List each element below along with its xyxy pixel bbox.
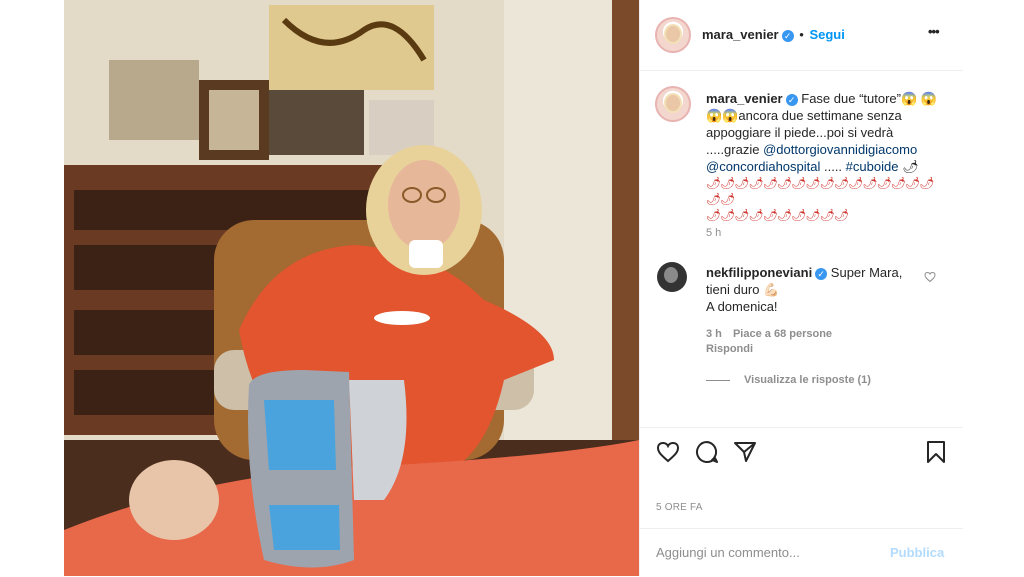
post-caption: mara_venier ✓ Fase due “tutore”😱 😱😱😱ancor… bbox=[706, 90, 946, 223]
follow-button[interactable]: Segui bbox=[809, 27, 844, 42]
verified-badge-icon: ✓ bbox=[785, 93, 798, 106]
share-icon[interactable] bbox=[733, 440, 757, 464]
caption-text: Fase due “tutore”😱 bbox=[801, 91, 918, 106]
caption-emoji-line: 🌶🌶🌶🌶🌶🌶🌶🌶🌶🌶🌶🌶🌶🌶🌶🌶🌶🌶 bbox=[706, 176, 935, 206]
verified-badge-icon: ✓ bbox=[781, 29, 794, 42]
post-timestamp[interactable]: 5 ORE FA bbox=[656, 502, 703, 513]
header-separator: • bbox=[799, 27, 804, 42]
more-options-icon[interactable]: ••• bbox=[928, 24, 940, 39]
post-photo-illustration bbox=[64, 0, 639, 576]
replies-divider bbox=[706, 379, 730, 381]
comment-likes[interactable]: Piace a 68 persone bbox=[733, 328, 832, 340]
heart-icon[interactable] bbox=[656, 440, 680, 464]
comment-input[interactable]: Aggiungi un commento... bbox=[656, 545, 800, 560]
mention-link[interactable]: @concordiahospital bbox=[706, 159, 820, 174]
bookmark-icon[interactable] bbox=[925, 440, 947, 464]
post-header: mara_venier ✓ • Segui ••• bbox=[640, 0, 963, 71]
caption-text: ..... bbox=[820, 159, 846, 174]
caption-emoji-line: 🌶🌶🌶🌶🌶🌶🌶🌶🌶🌶 bbox=[706, 208, 849, 222]
hashtag-link[interactable]: #cuboide bbox=[846, 159, 899, 174]
view-replies-button[interactable]: Visualizza le risposte (1) bbox=[706, 374, 871, 386]
comment-icon[interactable] bbox=[695, 440, 719, 464]
author-username[interactable]: mara_venier bbox=[702, 27, 779, 42]
mention-link[interactable]: @dottorgiovannidigiacomo bbox=[763, 142, 917, 157]
comment-time[interactable]: 3 h bbox=[706, 328, 722, 340]
publish-button[interactable]: Pubblica bbox=[890, 545, 944, 560]
view-replies-label: Visualizza le risposte (1) bbox=[744, 374, 871, 386]
post-photo[interactable] bbox=[64, 0, 639, 576]
comment-meta: 3 h Piace a 68 persone Rispondi bbox=[706, 328, 832, 355]
comment: nekfilipponeviani ✓ Super Mara, tieni dur… bbox=[706, 264, 922, 315]
reply-button[interactable]: Rispondi bbox=[706, 343, 832, 355]
caption-emoji: 🌶 bbox=[898, 159, 919, 174]
add-comment-bar: Aggiungi un commento... Pubblica bbox=[640, 528, 963, 577]
commenter-avatar[interactable] bbox=[657, 262, 687, 292]
caption-avatar[interactable] bbox=[655, 86, 691, 122]
post-side-panel: mara_venier ✓ • Segui ••• mara_venier ✓ Fa… bbox=[639, 0, 963, 576]
like-comment-icon[interactable] bbox=[924, 271, 936, 283]
comment-text: A domenica! bbox=[706, 299, 778, 314]
caption-username[interactable]: mara_venier bbox=[706, 91, 783, 106]
author-avatar[interactable] bbox=[655, 17, 691, 53]
caption-time[interactable]: 5 h bbox=[706, 227, 721, 239]
commenter-username[interactable]: nekfilipponeviani bbox=[706, 265, 812, 280]
action-bar bbox=[640, 427, 963, 474]
verified-badge-icon: ✓ bbox=[815, 267, 828, 280]
